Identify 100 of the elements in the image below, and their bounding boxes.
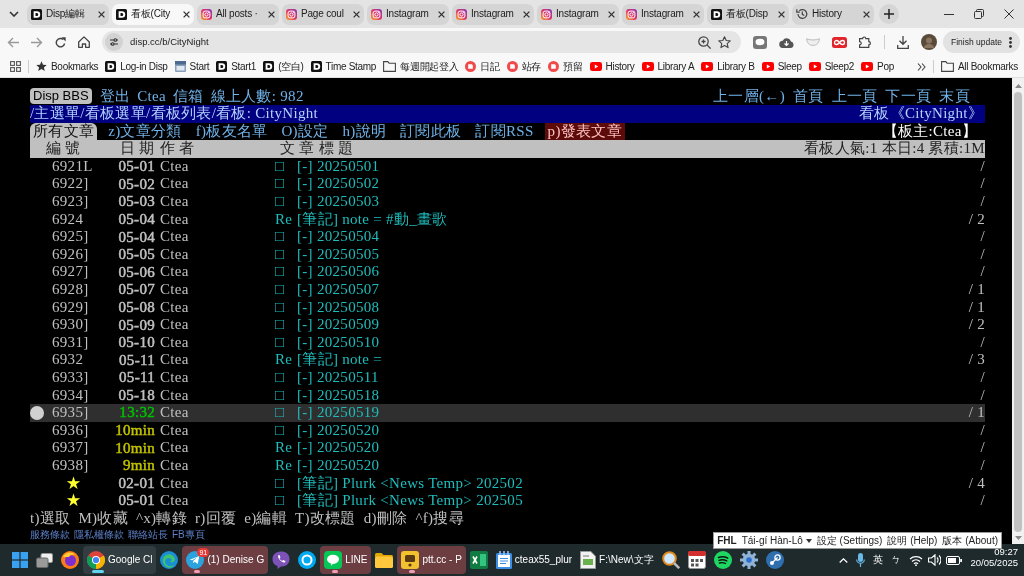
post-author[interactable]: Ctea	[160, 298, 189, 315]
browser-icon[interactable]	[61, 551, 79, 569]
close-icon[interactable]	[778, 10, 785, 18]
post-title[interactable]: [-] 20250520	[297, 421, 380, 438]
reload-icon[interactable]	[55, 36, 66, 48]
calendar-icon[interactable]	[687, 551, 706, 569]
post-title[interactable]: [-] 20250509	[297, 316, 380, 333]
taskbar-button[interactable]: cteax55_plur	[491, 546, 577, 574]
post-author[interactable]: Ctea	[160, 456, 189, 473]
browser-icon[interactable]	[160, 551, 179, 569]
back-arrow-icon[interactable]	[7, 36, 19, 48]
browser-tab[interactable]: 看板(Disp	[707, 3, 789, 25]
footer-link[interactable]: 聯絡站長	[128, 528, 168, 543]
tab-search-icon[interactable]	[9, 11, 19, 17]
browser-tab[interactable]: Page coul	[282, 3, 364, 25]
command-hint[interactable]: ^f)搜尋	[415, 509, 464, 528]
post-author[interactable]: Ctea	[160, 245, 189, 262]
post-title[interactable]: [-] 20250506	[297, 263, 380, 280]
bookmark-link[interactable]: History	[589, 60, 635, 73]
post-author[interactable]: Ctea	[160, 492, 189, 509]
footer-link[interactable]: 服務條款	[30, 528, 70, 543]
language-bar-link[interactable]: 版本 (About)	[942, 534, 998, 547]
post-author[interactable]: Ctea	[160, 474, 189, 491]
chat-icon[interactable]	[752, 35, 767, 49]
wifi-icon[interactable]	[909, 554, 924, 566]
browser-tab[interactable]: Disp編輯	[27, 3, 109, 25]
new-tab-button[interactable]	[879, 4, 899, 24]
post-author[interactable]: Ctea	[160, 316, 189, 333]
command-hint[interactable]: r)回覆	[194, 509, 237, 528]
menu-link[interactable]: h)說明	[339, 122, 390, 141]
post-author[interactable]: Ctea	[160, 263, 189, 280]
post-author[interactable]: Ctea	[160, 439, 189, 456]
header-link[interactable]: 線上人數: 982	[210, 87, 304, 106]
extensions-icon[interactable]	[858, 36, 872, 48]
browser-tab[interactable]: Instagram	[452, 3, 534, 25]
breadcrumb-path[interactable]: /主選單/看板選單/看板列表/看板: CityNight	[30, 105, 318, 123]
close-icon[interactable]	[608, 10, 615, 18]
menu-link[interactable]: 訂閱RSS	[472, 122, 537, 141]
bookmark-link[interactable]: 日記	[465, 60, 500, 73]
post-author[interactable]: Ctea	[160, 175, 189, 192]
header-link[interactable]: 信箱	[172, 87, 204, 106]
command-hint[interactable]: t)選取	[30, 509, 71, 528]
browser-tab[interactable]: Instagram	[537, 3, 619, 25]
clock-time[interactable]: 09:27	[994, 547, 1018, 558]
input-mode-indicator[interactable]: 英	[873, 554, 884, 566]
task-view-icon[interactable]	[36, 552, 53, 568]
update-button[interactable]: Finish update	[942, 31, 1020, 53]
forward-arrow-icon[interactable]	[31, 36, 43, 48]
post-author[interactable]: Ctea	[160, 386, 189, 403]
close-icon[interactable]	[98, 10, 105, 18]
bookmark-link[interactable]: Start1	[216, 60, 257, 73]
language-bar-link[interactable]: 設定 (Settings)	[816, 534, 883, 547]
close-icon[interactable]	[438, 10, 445, 18]
page-nav-link[interactable]: 下一頁	[885, 87, 932, 106]
bookmark-link[interactable]: 預留	[548, 60, 583, 73]
header-link[interactable]: Ctea	[137, 87, 166, 106]
home-icon[interactable]	[78, 36, 90, 48]
post-title[interactable]: [筆記] Plurk <News Temp> 202505	[297, 492, 523, 509]
bookmark-star-icon[interactable]	[717, 35, 731, 49]
taskbar-button[interactable]: LINE	[320, 546, 372, 574]
post-title[interactable]: [筆記] Plurk <News Temp> 202502	[297, 474, 523, 491]
selected-row[interactable]: 6935] 13:32 Ctea □ [-] 20250519 / 1	[30, 404, 985, 422]
post-author[interactable]: Ctea	[160, 421, 189, 438]
post-title[interactable]: [-] 20250505	[297, 245, 380, 262]
battery-icon[interactable]	[946, 555, 963, 565]
all-bookmarks-button[interactable]: All Bookmarks	[941, 60, 1018, 73]
bookmark-link[interactable]: Pop	[861, 60, 894, 73]
post-title[interactable]: [-] 20250504	[297, 228, 380, 245]
browser-tab[interactable]: Instagram	[367, 3, 449, 25]
footer-link[interactable]: FB專頁	[172, 528, 205, 543]
post-title[interactable]: [-] 20250520	[297, 439, 380, 456]
command-hint[interactable]: T)改標題	[295, 509, 356, 528]
bookmark-link[interactable]: Time Stamp	[310, 60, 377, 73]
bookmark-link[interactable]: Sleep2	[808, 60, 855, 73]
post-author[interactable]: Ctea	[160, 369, 189, 385]
zoom-icon[interactable]	[697, 35, 711, 49]
page-nav-link[interactable]: 上一層(←)	[713, 87, 785, 106]
node-link-icon[interactable]	[765, 551, 784, 569]
browser-tab[interactable]: 看板(City	[112, 3, 194, 25]
post-title[interactable]: [-] 20250507	[297, 281, 380, 298]
bookmark-link[interactable]: (空白)	[263, 60, 304, 73]
chevron-up-icon[interactable]	[839, 557, 849, 563]
close-icon[interactable]	[863, 10, 870, 18]
scrollbar-thumb[interactable]	[1014, 92, 1022, 532]
scroll-up-icon[interactable]	[1014, 84, 1022, 88]
taskbar-button[interactable]: Google Cl	[83, 546, 157, 574]
bookmark-link[interactable]: Bookmarks	[36, 60, 99, 73]
page-nav-link[interactable]: 末頁	[939, 87, 970, 106]
cloud-download-icon[interactable]	[778, 36, 794, 48]
bookmark-link[interactable]: Library A	[641, 60, 695, 73]
close-icon[interactable]	[268, 10, 275, 18]
post-title[interactable]: [筆記] note =	[297, 351, 383, 368]
post-author[interactable]: Ctea	[160, 281, 189, 298]
command-hint[interactable]: d)刪除	[363, 509, 408, 528]
close-icon[interactable]	[693, 10, 700, 18]
magnifier-icon[interactable]	[661, 551, 680, 569]
bookmark-link[interactable]: Log-in Disp	[105, 60, 168, 73]
input-mode-indicator[interactable]: ㄅ	[891, 554, 902, 566]
bookmark-link[interactable]: 每週開起登入	[383, 60, 459, 73]
sound-waves-icon[interactable]	[713, 551, 732, 569]
